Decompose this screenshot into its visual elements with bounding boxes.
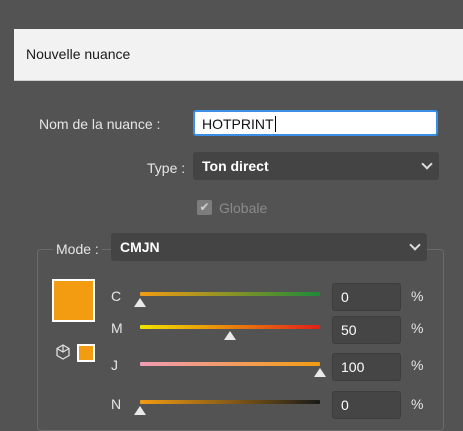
percent-unit: %	[411, 320, 424, 336]
channel-slider-thumb[interactable]	[134, 406, 146, 415]
type-label: Type :	[147, 160, 186, 176]
channel-value-input[interactable]: 50	[332, 316, 401, 344]
chevron-down-icon	[421, 158, 433, 170]
channel-label: N	[111, 396, 122, 412]
chevron-down-icon	[409, 239, 421, 251]
percent-unit: %	[411, 396, 424, 412]
cube-icon	[56, 344, 70, 360]
swatch-name-label: Nom de la nuance :	[39, 116, 161, 132]
channel-slider-track[interactable]	[140, 292, 320, 296]
type-select[interactable]: Ton direct	[193, 152, 439, 180]
channel-slider-thumb[interactable]	[224, 331, 236, 340]
channel-slider-track[interactable]	[140, 325, 320, 329]
channel-label: C	[111, 288, 122, 304]
mode-label: Mode :	[53, 241, 102, 257]
channel-label: J	[111, 357, 118, 373]
out-of-gamut-swatch[interactable]	[77, 344, 95, 362]
channel-slider-track[interactable]	[140, 400, 320, 404]
global-label: Globale	[219, 200, 268, 216]
mode-select-value: CMJN	[120, 239, 160, 255]
channel-value-input[interactable]: 0	[332, 283, 401, 311]
type-select-value: Ton direct	[202, 158, 269, 174]
channel-value-input[interactable]: 100	[332, 353, 401, 381]
channel-slider-thumb[interactable]	[134, 298, 146, 307]
mode-select[interactable]: CMJN	[111, 233, 427, 261]
percent-unit: %	[411, 357, 424, 373]
swatch-preview	[52, 279, 95, 322]
text-caret	[274, 116, 276, 132]
percent-unit: %	[411, 288, 424, 304]
global-checkbox[interactable]: ✔	[197, 200, 212, 215]
swatch-name-value: HOTPRINT	[202, 116, 274, 132]
swatch-name-input[interactable]: HOTPRINT	[193, 110, 438, 136]
channel-slider-track[interactable]	[140, 362, 320, 366]
channel-value-input[interactable]: 0	[332, 391, 401, 419]
dialog-titlebar: Nouvelle nuance	[14, 29, 463, 81]
channel-slider-thumb[interactable]	[314, 368, 326, 377]
channel-label: M	[111, 320, 123, 336]
dialog-title: Nouvelle nuance	[26, 46, 131, 62]
